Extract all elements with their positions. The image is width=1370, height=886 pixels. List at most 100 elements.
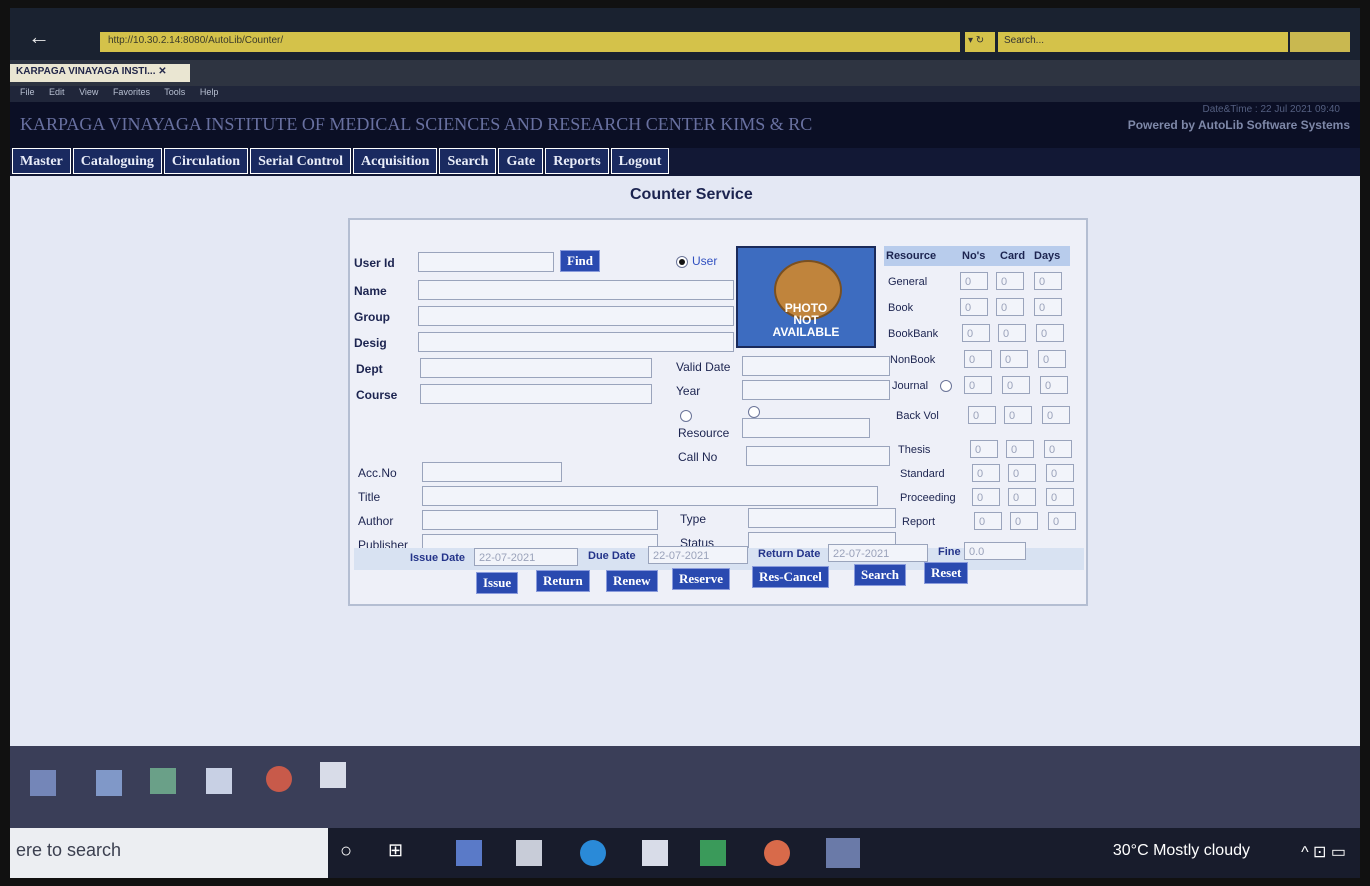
- store-icon[interactable]: [150, 768, 176, 794]
- standard-card[interactable]: 0: [1008, 464, 1036, 482]
- return-date-input[interactable]: 22-07-2021: [828, 544, 928, 562]
- nav-cataloguing[interactable]: Cataloguing: [72, 148, 162, 174]
- thesis-days[interactable]: 0: [1044, 440, 1072, 458]
- book-days[interactable]: 0: [1034, 298, 1062, 316]
- call-no-input[interactable]: [746, 446, 890, 466]
- journal-nos[interactable]: 0: [964, 376, 992, 394]
- document-icon[interactable]: [206, 768, 232, 794]
- journal-days[interactable]: 0: [1040, 376, 1068, 394]
- report-nos[interactable]: 0: [974, 512, 1002, 530]
- proceeding-nos[interactable]: 0: [972, 488, 1000, 506]
- report-days[interactable]: 0: [1048, 512, 1076, 530]
- weather-widget[interactable]: 30°C Mostly cloudy: [1113, 842, 1250, 860]
- general-nos[interactable]: 0: [960, 272, 988, 290]
- nonbook-days[interactable]: 0: [1038, 350, 1066, 368]
- back-vol-nos[interactable]: 0: [968, 406, 996, 424]
- browser-toolbar-icons[interactable]: [1290, 32, 1350, 52]
- mail-icon[interactable]: [642, 840, 668, 866]
- nonbook-card[interactable]: 0: [1000, 350, 1028, 368]
- name-input[interactable]: [418, 280, 734, 300]
- journal-radio[interactable]: [940, 380, 952, 392]
- due-date-input[interactable]: 22-07-2021: [648, 546, 748, 564]
- menu-tools[interactable]: Tools: [164, 87, 185, 97]
- thesis-card[interactable]: 0: [1006, 440, 1034, 458]
- back-vol-days[interactable]: 0: [1042, 406, 1070, 424]
- return-button[interactable]: Return: [536, 570, 590, 592]
- menu-help[interactable]: Help: [200, 87, 219, 97]
- user-id-input[interactable]: [418, 252, 554, 272]
- browser-tab[interactable]: KARPAGA VINAYAGA INSTI... ✕: [10, 64, 190, 82]
- title-input[interactable]: [422, 486, 878, 506]
- book-card[interactable]: 0: [996, 298, 1024, 316]
- nav-reports[interactable]: Reports: [545, 148, 609, 174]
- menu-view[interactable]: View: [79, 87, 98, 97]
- book-nos[interactable]: 0: [960, 298, 988, 316]
- menu-file[interactable]: File: [20, 87, 35, 97]
- excel-icon[interactable]: [700, 840, 726, 866]
- resource-radio[interactable]: [680, 410, 692, 422]
- chrome-taskbar-icon[interactable]: [764, 840, 790, 866]
- thesis-nos[interactable]: 0: [970, 440, 998, 458]
- course-input[interactable]: [420, 384, 652, 404]
- windows-search-field[interactable]: ere to search: [10, 828, 328, 878]
- back-vol-card[interactable]: 0: [1004, 406, 1032, 424]
- report-card[interactable]: 0: [1010, 512, 1038, 530]
- menu-favorites[interactable]: Favorites: [113, 87, 150, 97]
- menu-edit[interactable]: Edit: [49, 87, 65, 97]
- renew-button[interactable]: Renew: [606, 570, 658, 592]
- proceeding-card[interactable]: 0: [1008, 488, 1036, 506]
- general-card[interactable]: 0: [996, 272, 1024, 290]
- nav-acquisition[interactable]: Acquisition: [353, 148, 438, 174]
- browser-search-field[interactable]: Search...: [998, 32, 1288, 52]
- explorer-icon[interactable]: [96, 770, 122, 796]
- nav-serial-control[interactable]: Serial Control: [250, 148, 351, 174]
- group-input[interactable]: [418, 306, 734, 326]
- nav-gate[interactable]: Gate: [498, 148, 544, 174]
- year-input[interactable]: [742, 380, 890, 400]
- find-button[interactable]: Find: [560, 250, 601, 272]
- reserve-button[interactable]: Reserve: [672, 568, 731, 590]
- refresh-icon[interactable]: ▾ ↻: [965, 32, 995, 52]
- proceeding-days[interactable]: 0: [1046, 488, 1074, 506]
- desig-input[interactable]: [418, 332, 734, 352]
- bookbank-nos[interactable]: 0: [962, 324, 990, 342]
- photos-icon[interactable]: [320, 762, 346, 788]
- user-radio[interactable]: [676, 256, 688, 268]
- cortana-icon[interactable]: ○: [340, 840, 366, 866]
- author-input[interactable]: [422, 510, 658, 530]
- store-bag-icon[interactable]: [516, 840, 542, 866]
- start-icon[interactable]: [30, 770, 56, 796]
- monitor-screen: ← http://10.30.2.14:8080/AutoLib/Counter…: [10, 8, 1360, 878]
- journal-card[interactable]: 0: [1002, 376, 1030, 394]
- bookbank-days[interactable]: 0: [1036, 324, 1064, 342]
- nonbook-nos[interactable]: 0: [964, 350, 992, 368]
- fine-input[interactable]: 0.0: [964, 542, 1026, 560]
- acc-no-input[interactable]: [422, 462, 562, 482]
- standard-nos[interactable]: 0: [972, 464, 1000, 482]
- back-arrow-icon[interactable]: ←: [28, 26, 56, 48]
- nav-logout[interactable]: Logout: [610, 148, 670, 174]
- edge-icon[interactable]: [580, 840, 606, 866]
- reset-button[interactable]: Reset: [924, 562, 969, 584]
- nav-master[interactable]: Master: [12, 148, 71, 174]
- chrome-icon[interactable]: [266, 766, 292, 792]
- type-input[interactable]: [748, 508, 896, 528]
- valid-date-input[interactable]: [742, 356, 890, 376]
- res-cancel-button[interactable]: Res-Cancel: [752, 566, 829, 588]
- standard-days[interactable]: 0: [1046, 464, 1074, 482]
- issue-date-input[interactable]: 22-07-2021: [474, 548, 578, 566]
- photos-taskbar-icon[interactable]: [826, 838, 860, 868]
- general-days[interactable]: 0: [1034, 272, 1062, 290]
- search-button[interactable]: Search: [854, 564, 907, 586]
- resource-input[interactable]: [742, 418, 870, 438]
- nav-circulation[interactable]: Circulation: [163, 148, 249, 174]
- resource-radio-2[interactable]: [748, 406, 760, 418]
- task-view-icon[interactable]: ⊞: [388, 840, 414, 866]
- file-explorer-icon[interactable]: [456, 840, 482, 866]
- nav-search[interactable]: Search: [439, 148, 497, 174]
- url-field[interactable]: http://10.30.2.14:8080/AutoLib/Counter/: [100, 32, 960, 52]
- system-tray[interactable]: ^ ⊡ ▭: [1301, 842, 1346, 862]
- dept-input[interactable]: [420, 358, 652, 378]
- bookbank-card[interactable]: 0: [998, 324, 1026, 342]
- issue-button[interactable]: Issue: [476, 572, 519, 594]
